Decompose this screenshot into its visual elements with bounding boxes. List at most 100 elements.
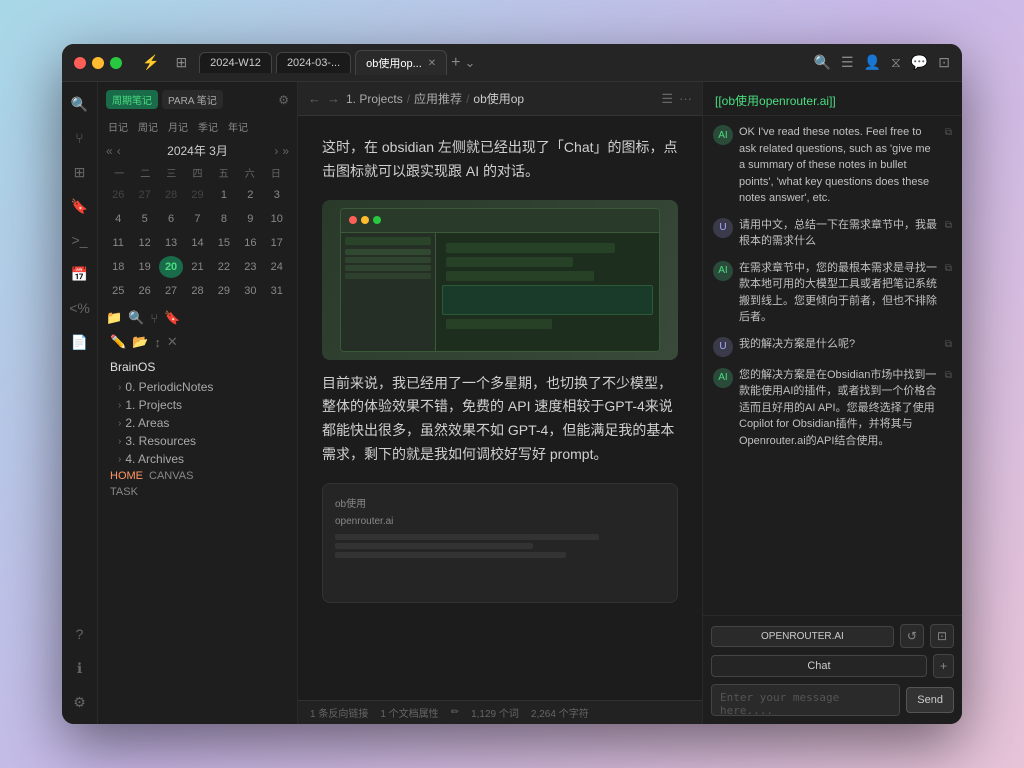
tree-root[interactable]: BrainOS bbox=[106, 358, 289, 376]
new-tab-button[interactable]: + bbox=[451, 54, 460, 72]
cal-day[interactable]: 27 bbox=[132, 184, 156, 206]
minimize-button[interactable] bbox=[92, 57, 104, 69]
copy-button[interactable]: ⧉ bbox=[945, 125, 952, 207]
tree-item-projects[interactable]: › 1. Projects bbox=[106, 396, 289, 414]
cal-day[interactable]: 29 bbox=[212, 280, 236, 302]
cal-day[interactable]: 16 bbox=[238, 232, 262, 254]
view-tab-diary[interactable]: 日记 bbox=[104, 117, 132, 136]
cal-day[interactable]: 31 bbox=[265, 280, 289, 302]
tab-1[interactable]: 2024-W12 bbox=[199, 52, 272, 73]
view-tab-quarter[interactable]: 季记 bbox=[194, 117, 222, 136]
maximize-button[interactable] bbox=[110, 57, 122, 69]
cal-day[interactable]: 17 bbox=[265, 232, 289, 254]
chat-input[interactable] bbox=[711, 684, 900, 716]
cal-day[interactable]: 25 bbox=[106, 280, 130, 302]
sidebar-bookmark[interactable]: 🔖 bbox=[66, 192, 94, 220]
cal-day[interactable]: 8 bbox=[212, 208, 236, 230]
tree-item-periodic[interactable]: › 0. PeriodicNotes bbox=[106, 378, 289, 396]
sidebar-settings[interactable]: ⚙ bbox=[66, 688, 94, 716]
sidebar-file[interactable]: 📄 bbox=[66, 328, 94, 356]
cal-day[interactable]: 4 bbox=[106, 208, 130, 230]
sidebar-calendar-active[interactable]: 📅 bbox=[66, 260, 94, 288]
cal-next-next-button[interactable]: » bbox=[282, 144, 289, 158]
periodic-notes-badge[interactable]: 周期笔记 bbox=[106, 90, 158, 109]
copy-button[interactable]: ⧉ bbox=[945, 337, 952, 357]
folder-icon[interactable]: 📁 bbox=[106, 310, 122, 326]
cal-day[interactable]: 19 bbox=[132, 256, 156, 278]
cal-day[interactable]: 10 bbox=[265, 208, 289, 230]
new-folder-icon[interactable]: 📂 bbox=[132, 334, 148, 350]
copy-button[interactable]: ⧉ bbox=[945, 261, 952, 326]
chat-send-button[interactable]: Send bbox=[906, 687, 954, 713]
cal-day[interactable]: 29 bbox=[185, 184, 209, 206]
copy-button[interactable]: ⧉ bbox=[945, 218, 952, 250]
tab-close-button[interactable]: ✕ bbox=[428, 58, 436, 69]
cal-day[interactable]: 3 bbox=[265, 184, 289, 206]
sidebar-info[interactable]: ℹ bbox=[66, 654, 94, 682]
cal-day[interactable]: 26 bbox=[132, 280, 156, 302]
git-icon[interactable]: ⑂ bbox=[150, 311, 158, 326]
view-tab-year[interactable]: 年记 bbox=[224, 117, 252, 136]
sidebar-git[interactable]: ⑂ bbox=[66, 124, 94, 152]
cal-day[interactable]: 28 bbox=[185, 280, 209, 302]
cal-day[interactable]: 26 bbox=[106, 184, 130, 206]
close-button[interactable] bbox=[74, 57, 86, 69]
tag-task[interactable]: TASK bbox=[106, 484, 289, 500]
tab-chevron[interactable]: ⌄ bbox=[465, 55, 476, 71]
cal-day[interactable]: 7 bbox=[185, 208, 209, 230]
search-icon[interactable]: 🔍 bbox=[814, 54, 831, 71]
tab-3[interactable]: ob使用op... ✕ bbox=[355, 50, 447, 75]
cal-prev-button[interactable]: ‹ bbox=[117, 144, 121, 158]
cal-day[interactable]: 1 bbox=[212, 184, 236, 206]
menu-icon[interactable]: ☰ bbox=[841, 54, 854, 71]
view-tab-week[interactable]: 周记 bbox=[134, 117, 162, 136]
more-icon[interactable]: ✕ bbox=[167, 334, 178, 350]
cal-day[interactable]: 12 bbox=[132, 232, 156, 254]
cal-day[interactable]: 21 bbox=[185, 256, 209, 278]
forward-button[interactable]: → bbox=[327, 91, 340, 106]
cal-next-button[interactable]: › bbox=[274, 144, 278, 158]
cal-day[interactable]: 18 bbox=[106, 256, 130, 278]
tab-2[interactable]: 2024-03-... bbox=[276, 52, 351, 73]
cal-day[interactable]: 23 bbox=[238, 256, 262, 278]
cal-day[interactable]: 5 bbox=[132, 208, 156, 230]
sidebar-help[interactable]: ? bbox=[66, 620, 94, 648]
back-button[interactable]: ← bbox=[308, 91, 321, 106]
sidebar-toggle-icon[interactable]: ⊡ bbox=[938, 54, 950, 71]
outline-icon[interactable]: ☰ bbox=[661, 91, 673, 107]
cal-day[interactable]: 30 bbox=[238, 280, 262, 302]
sidebar-terminal[interactable]: >_ bbox=[66, 226, 94, 254]
search-files-icon[interactable]: 🔍 bbox=[128, 310, 144, 326]
cal-day[interactable]: 11 bbox=[106, 232, 130, 254]
settings-icon[interactable]: ⊡ bbox=[930, 624, 954, 648]
filter-icon[interactable]: ⧖ bbox=[891, 54, 901, 71]
people-icon[interactable]: 👤 bbox=[864, 54, 881, 71]
more-options-icon[interactable]: ··· bbox=[679, 91, 692, 107]
cal-day[interactable]: 14 bbox=[185, 232, 209, 254]
plus-icon[interactable]: + bbox=[933, 654, 954, 678]
refresh-icon[interactable]: ↺ bbox=[900, 624, 924, 648]
cal-day[interactable]: 27 bbox=[159, 280, 183, 302]
cal-day[interactable]: 22 bbox=[212, 256, 236, 278]
sidebar-code[interactable]: <% bbox=[66, 294, 94, 322]
calendar-settings-icon[interactable]: ⚙ bbox=[278, 93, 289, 107]
chat-icon[interactable]: 💬 bbox=[911, 54, 928, 71]
cal-day[interactable]: 6 bbox=[159, 208, 183, 230]
cal-day[interactable]: 15 bbox=[212, 232, 236, 254]
tree-item-areas[interactable]: › 2. Areas bbox=[106, 414, 289, 432]
sort-icon[interactable]: ↕ bbox=[154, 335, 161, 350]
bookmark-files-icon[interactable]: 🔖 bbox=[164, 310, 180, 326]
para-notes-badge[interactable]: PARA 笔记 bbox=[162, 90, 223, 109]
tree-item-archives[interactable]: › 4. Archives bbox=[106, 450, 289, 468]
cal-day[interactable]: 28 bbox=[159, 184, 183, 206]
cal-day[interactable]: 2 bbox=[238, 184, 262, 206]
breadcrumb-projects[interactable]: 1. Projects bbox=[346, 92, 403, 106]
cal-day[interactable]: 13 bbox=[159, 232, 183, 254]
breadcrumb-recommend[interactable]: 应用推荐 bbox=[414, 90, 462, 107]
chat-model-selector[interactable]: OPENROUTER.AI bbox=[711, 626, 894, 647]
cal-day[interactable]: 9 bbox=[238, 208, 262, 230]
chat-type-button[interactable]: Chat bbox=[711, 655, 927, 677]
view-tab-month[interactable]: 月记 bbox=[164, 117, 192, 136]
new-note-icon[interactable]: ✏️ bbox=[110, 334, 126, 350]
tag-home[interactable]: HOME CANVAS bbox=[106, 468, 289, 484]
